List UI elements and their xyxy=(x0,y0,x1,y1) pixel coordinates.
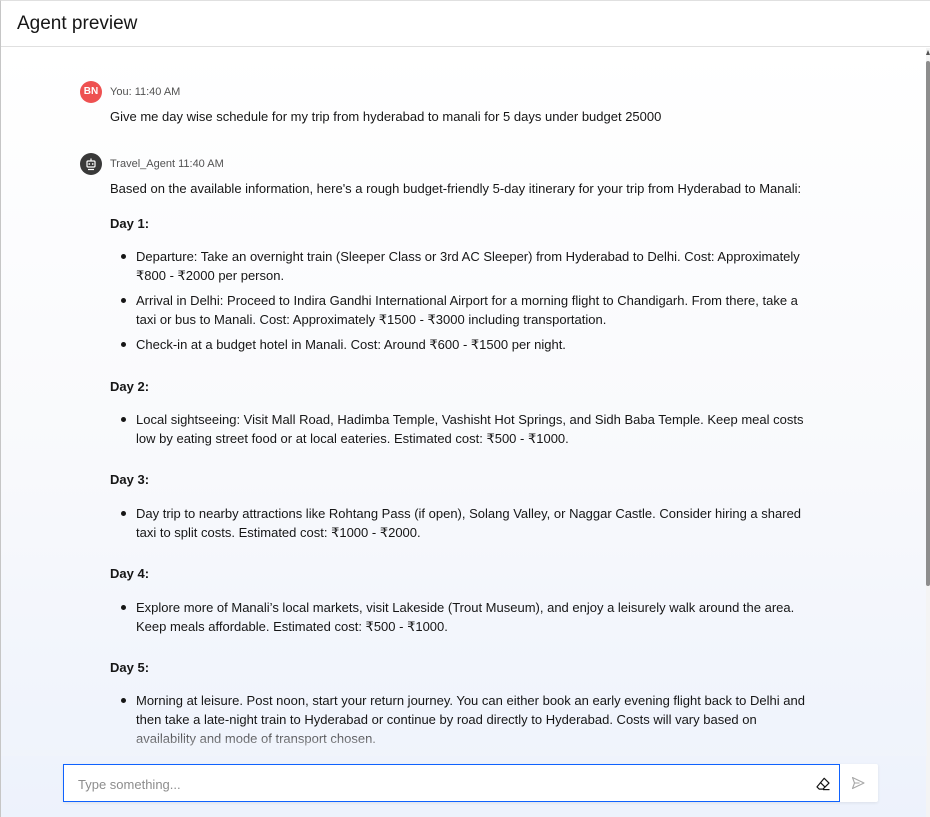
list-item-text: Day trip to nearby attractions like Roht… xyxy=(136,506,802,540)
message-composer xyxy=(63,764,878,802)
message-input[interactable] xyxy=(78,774,798,794)
bullet-icon xyxy=(121,342,126,347)
send-icon[interactable] xyxy=(850,775,866,791)
user-message-meta: You: 11:40 AM xyxy=(110,85,180,99)
day-heading: Day 5: xyxy=(110,660,150,675)
agent-preview-panel: Agent preview BN You: 11:40 AM Give me d… xyxy=(0,0,930,817)
bullet-icon xyxy=(121,605,126,610)
page-title: Agent preview xyxy=(17,13,138,34)
day-heading: Day 2: xyxy=(110,379,150,394)
user-message-text: Give me day wise schedule for my trip fr… xyxy=(110,109,662,124)
eraser-icon[interactable] xyxy=(815,776,831,792)
agent-avatar xyxy=(80,153,102,175)
bullet-icon xyxy=(121,254,126,259)
scroll-up-arrow-icon[interactable] xyxy=(926,50,930,55)
list-item-text: Check-in at a budget hotel in Manali. Co… xyxy=(136,337,566,352)
list-item-text: Departure: Take an overnight train (Slee… xyxy=(136,249,800,283)
scroll-fade-overlay xyxy=(1,726,927,756)
agent-intro-text: Based on the available information, here… xyxy=(110,181,802,196)
user-message-time: 11:40 AM xyxy=(134,86,181,98)
list-item-text: Local sightseeing: Visit Mall Road, Hadi… xyxy=(136,412,804,446)
bullet-icon xyxy=(121,698,126,703)
bullet-icon xyxy=(121,417,126,422)
robot-icon xyxy=(86,158,96,171)
day-heading: Day 4: xyxy=(110,566,150,581)
user-sender-label: You: xyxy=(110,86,132,98)
day-heading: Day 3: xyxy=(110,472,150,487)
list-item-text: Arrival in Delhi: Proceed to Indira Gand… xyxy=(136,293,798,327)
message-input-container[interactable] xyxy=(63,764,840,802)
list-item-text: Explore more of Manali’s local markets, … xyxy=(136,600,795,634)
user-avatar: BN xyxy=(80,81,102,103)
agent-message-meta: Travel_Agent 11:40 AM xyxy=(110,157,224,171)
panel-header: Agent preview xyxy=(1,1,930,47)
scrollbar-thumb[interactable] xyxy=(926,61,930,586)
day-heading: Day 1: xyxy=(110,216,150,231)
bullet-icon xyxy=(121,298,126,303)
agent-message-time: 11:40 AM xyxy=(178,158,224,170)
bullet-icon xyxy=(121,511,126,516)
agent-sender-label: Travel_Agent xyxy=(110,158,176,170)
